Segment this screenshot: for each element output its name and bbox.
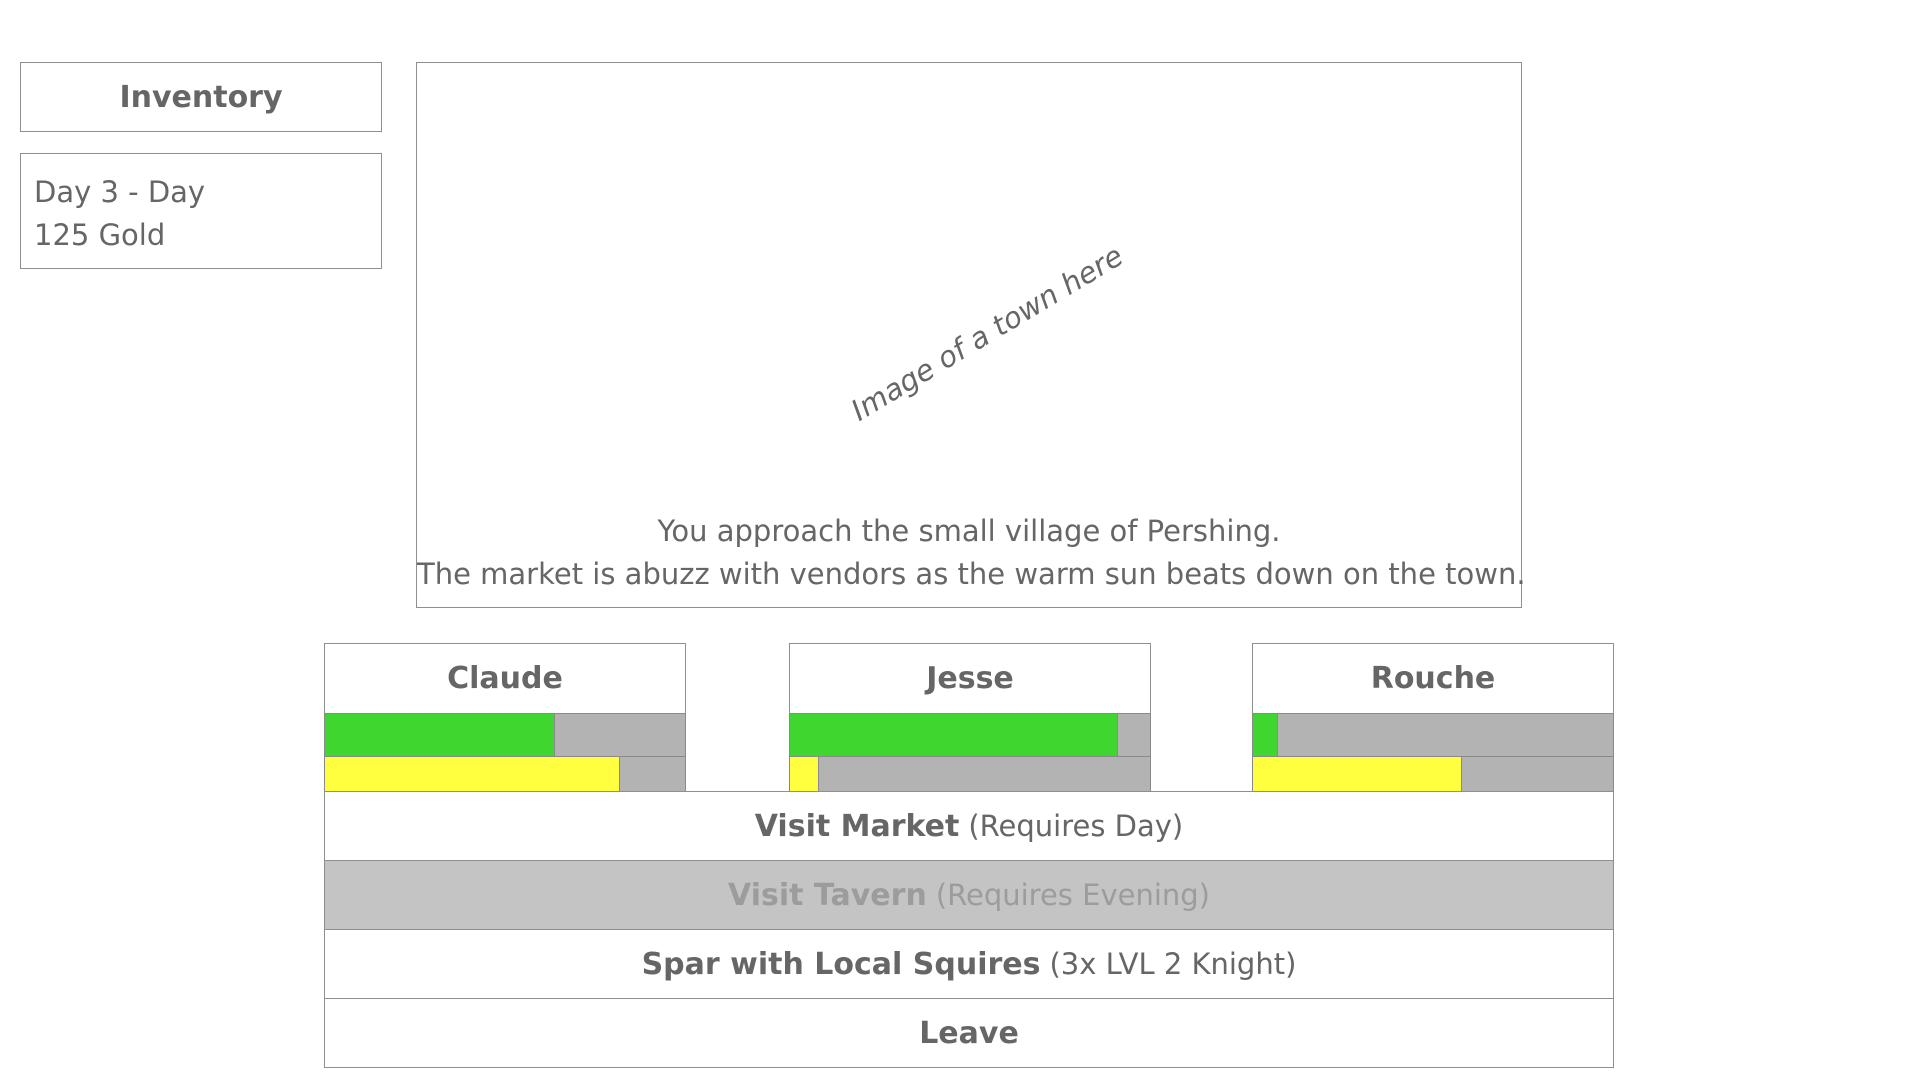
action-label: Leave [919, 1015, 1019, 1051]
spar-with-squires-button[interactable]: Spar with Local Squires (3x LVL 2 Knight) [324, 929, 1614, 999]
stamina-bar-fill [1253, 757, 1462, 791]
party-member-name: Claude [447, 661, 563, 696]
gold-count: 125 Gold [34, 218, 166, 252]
town-image-placeholder: Image of a town here [417, 63, 1521, 533]
stamina-bar [324, 756, 686, 792]
inventory-button[interactable]: Inventory [20, 62, 382, 132]
party-member-name: Rouche [1370, 661, 1496, 696]
stamina-bar [1252, 756, 1614, 792]
party-member-rouche: Rouche [1252, 643, 1614, 792]
health-bar [324, 713, 686, 757]
health-bar-fill [790, 714, 1118, 756]
action-detail: (Requires Evening) [935, 878, 1210, 912]
action-detail: (Requires Day) [968, 809, 1184, 843]
status-panel: Day 3 - Day 125 Gold [20, 153, 382, 269]
party-member-name-button[interactable]: Jesse [789, 643, 1151, 714]
action-label: Spar with Local Squires [641, 946, 1041, 982]
scene-line-1: You approach the small village of Pershi… [657, 514, 1281, 548]
scene-line-2: The market is abuzz with vendors as the … [417, 557, 1526, 591]
scene-description: You approach the small village of Pershi… [417, 510, 1526, 596]
action-label: Visit Tavern [728, 877, 927, 913]
health-bar [1252, 713, 1614, 757]
stamina-bar-fill [325, 757, 621, 791]
party-member-name-button[interactable]: Claude [324, 643, 686, 714]
stamina-bar [789, 756, 1151, 792]
scene-panel: Image of a town here You approach the sm… [416, 62, 1526, 608]
party-member-jesse: Jesse [789, 643, 1151, 792]
health-bar-fill [1253, 714, 1279, 756]
day-status: Day 3 - Day [34, 175, 206, 209]
visit-market-button[interactable]: Visit Market (Requires Day) [324, 791, 1614, 861]
health-bar-fill [325, 714, 556, 756]
stamina-bar-fill [790, 757, 819, 791]
party-member-name-button[interactable]: Rouche [1252, 643, 1614, 714]
image-placeholder-label: Image of a town here [845, 238, 1129, 428]
party-member-name: Jesse [926, 661, 1014, 696]
leave-button[interactable]: Leave [324, 998, 1614, 1068]
health-bar [789, 713, 1151, 757]
party-member-claude: Claude [324, 643, 686, 792]
action-label: Visit Market [754, 808, 960, 844]
inventory-button-label: Inventory [119, 79, 283, 115]
visit-tavern-button[interactable]: Visit Tavern (Requires Evening) [324, 860, 1614, 930]
action-detail: (3x LVL 2 Knight) [1049, 947, 1297, 981]
